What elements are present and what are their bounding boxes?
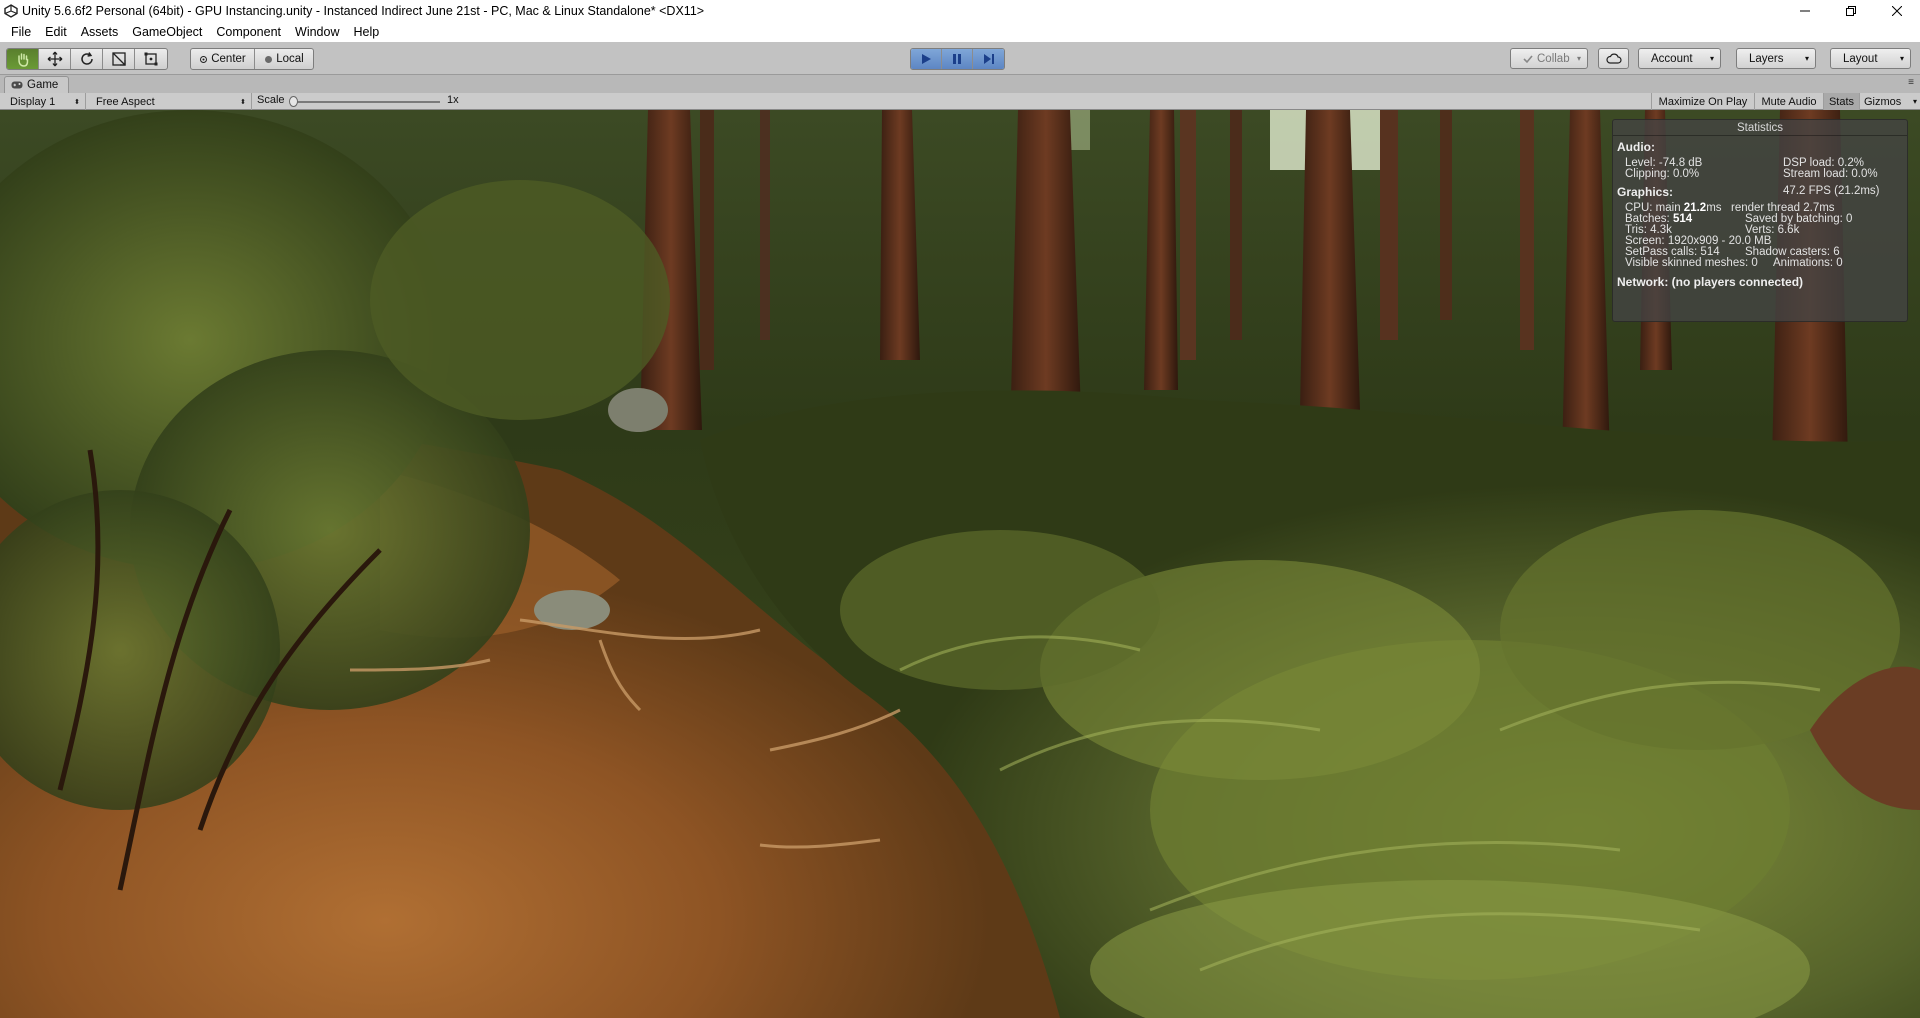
pause-button[interactable] xyxy=(942,49,973,69)
mute-audio-label: Mute Audio xyxy=(1761,95,1817,108)
maximize-on-play-label: Maximize On Play xyxy=(1658,95,1748,108)
pivot-local-label: Local xyxy=(276,53,304,65)
menu-help[interactable]: Help xyxy=(346,25,386,39)
main-toolbar: Center Local Collab ▾ Account ▾ Layers ▾ xyxy=(0,42,1920,75)
check-icon xyxy=(1523,54,1533,63)
gamepad-icon xyxy=(11,81,23,89)
chevron-updown-icon: ⬍ xyxy=(240,98,246,106)
cpu-main-unit: ms xyxy=(1706,202,1722,214)
collab-label: Collab xyxy=(1537,52,1570,65)
network-status: Network: (no players connected) xyxy=(1617,275,1804,289)
game-view-toolbar: Display 1 ⬍ Free Aspect ⬍ Scale 1x Maxim… xyxy=(0,93,1920,110)
move-icon xyxy=(47,51,62,67)
cloud-button[interactable] xyxy=(1598,48,1629,69)
scale-icon xyxy=(111,52,126,66)
pivot-center-button[interactable]: Center xyxy=(191,49,255,69)
chevron-down-icon: ▾ xyxy=(1709,54,1714,63)
account-label: Account xyxy=(1651,52,1693,65)
menu-gameobject[interactable]: GameObject xyxy=(125,25,209,39)
rect-tool-icon xyxy=(144,52,158,66)
scale-value: 1x xyxy=(447,94,459,106)
restore-icon xyxy=(1846,6,1856,16)
display-dropdown[interactable]: Display 1 ⬍ xyxy=(0,93,86,110)
menu-bar: File Edit Assets GameObject Component Wi… xyxy=(0,22,1920,42)
step-button[interactable] xyxy=(973,49,1004,69)
minimize-icon xyxy=(1800,10,1810,12)
menu-window[interactable]: Window xyxy=(288,25,346,39)
rotate-tool-button[interactable] xyxy=(71,49,103,69)
display-label: Display 1 xyxy=(10,95,56,108)
play-button[interactable] xyxy=(911,49,942,69)
audio-header: Audio: xyxy=(1617,140,1655,154)
move-tool-button[interactable] xyxy=(39,49,71,69)
scale-tool-button[interactable] xyxy=(103,49,135,69)
play-icon xyxy=(922,54,931,64)
statistics-panel: Statistics Audio: Level: -74.8 dB DSP lo… xyxy=(1612,119,1908,322)
hand-tool-button[interactable] xyxy=(7,49,39,69)
aspect-label: Free Aspect xyxy=(96,95,155,108)
step-icon xyxy=(983,54,994,64)
tab-menu-icon[interactable]: ≡ xyxy=(1908,77,1914,88)
rect-tool-button[interactable] xyxy=(135,49,167,69)
hand-icon xyxy=(17,53,28,67)
cloud-icon xyxy=(1605,53,1622,64)
maximize-on-play-toggle[interactable]: Maximize On Play xyxy=(1651,93,1754,110)
restore-button[interactable] xyxy=(1828,0,1874,22)
menu-component[interactable]: Component xyxy=(209,25,288,39)
layers-label: Layers xyxy=(1749,52,1784,65)
menu-file[interactable]: File xyxy=(4,25,38,39)
window-title: Unity 5.6.6f2 Personal (64bit) - GPU Ins… xyxy=(22,4,705,18)
tab-strip: Game ≡ xyxy=(0,75,1920,93)
statistics-title: Statistics xyxy=(1613,120,1907,136)
chevron-down-icon: ▾ xyxy=(1899,54,1904,63)
layout-dropdown[interactable]: Layout ▾ xyxy=(1830,48,1911,69)
close-button[interactable] xyxy=(1874,0,1920,22)
mute-audio-toggle[interactable]: Mute Audio xyxy=(1754,93,1823,110)
stats-label: Stats xyxy=(1828,95,1855,108)
chevron-updown-icon: ⬍ xyxy=(74,98,80,106)
tab-game[interactable]: Game xyxy=(4,76,70,93)
chevron-down-icon: ▾ xyxy=(1804,54,1809,63)
tab-game-label: Game xyxy=(27,79,59,91)
gizmos-label: Gizmos xyxy=(1864,95,1902,108)
graphics-header: Graphics: xyxy=(1617,185,1674,199)
menu-edit[interactable]: Edit xyxy=(38,25,74,39)
scale-slider-thumb[interactable] xyxy=(289,96,298,107)
chevron-down-icon: ▾ xyxy=(1912,97,1917,106)
title-bar: Unity 5.6.6f2 Personal (64bit) - GPU Ins… xyxy=(0,0,1920,22)
account-dropdown[interactable]: Account ▾ xyxy=(1638,48,1721,69)
close-icon xyxy=(1892,6,1902,16)
scale-slider-track[interactable] xyxy=(292,101,440,103)
stats-toggle[interactable]: Stats xyxy=(1823,93,1859,110)
audio-clipping: Clipping: 0.0% xyxy=(1625,168,1700,180)
globe-icon xyxy=(265,55,273,63)
chevron-down-icon: ▾ xyxy=(1576,54,1581,63)
minimize-button[interactable] xyxy=(1782,0,1828,22)
gizmos-dropdown[interactable]: Gizmos ▾ xyxy=(1859,93,1920,110)
layout-label: Layout xyxy=(1843,52,1878,65)
transform-tools xyxy=(6,48,168,70)
menu-assets[interactable]: Assets xyxy=(74,25,126,39)
unity-logo-icon xyxy=(0,0,22,22)
stream-load: Stream load: 0.0% xyxy=(1783,168,1878,180)
animations-count: Animations: 0 xyxy=(1773,257,1843,269)
pivot-icon xyxy=(200,55,208,63)
collab-dropdown[interactable]: Collab ▾ xyxy=(1510,48,1588,69)
pivot-toggles: Center Local xyxy=(190,48,314,70)
pivot-local-button[interactable]: Local xyxy=(255,49,313,69)
pause-icon xyxy=(953,54,961,64)
pivot-center-label: Center xyxy=(211,53,246,65)
rotate-icon xyxy=(80,52,93,65)
scale-label: Scale xyxy=(257,94,285,106)
aspect-dropdown[interactable]: Free Aspect ⬍ xyxy=(86,93,252,110)
playback-controls xyxy=(910,48,1005,70)
visible-skinned-meshes: Visible skinned meshes: 0 xyxy=(1625,257,1758,269)
layers-dropdown[interactable]: Layers ▾ xyxy=(1736,48,1816,69)
fps-readout: 47.2 FPS (21.2ms) xyxy=(1783,185,1880,197)
batches-value: 514 xyxy=(1672,213,1693,225)
